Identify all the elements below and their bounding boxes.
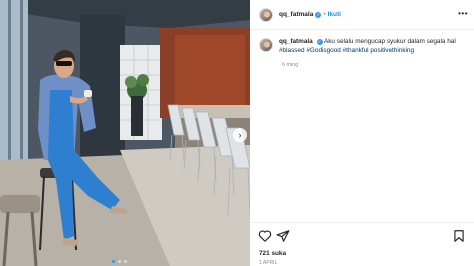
caption-body: Aku selalu mengucap syukur dalam segala …: [323, 38, 456, 45]
chevron-right-icon: ›: [238, 130, 242, 140]
carousel-dot: [124, 260, 127, 263]
hashtag-link[interactable]: #Godisgood: [306, 47, 340, 54]
carousel-dot: [118, 260, 121, 263]
post-details-panel: qq_fatmala ✓ • Ikuti ••• qq_fatmala ✓ Ak…: [250, 0, 474, 266]
hashtag-link[interactable]: #blassed: [279, 47, 305, 54]
header-separator: •: [323, 11, 326, 18]
heart-icon[interactable]: [258, 229, 272, 243]
post-photo[interactable]: ›: [0, 0, 250, 266]
more-options-button[interactable]: •••: [458, 9, 468, 18]
next-slide-button[interactable]: ›: [233, 128, 247, 142]
carousel-dot: [112, 260, 115, 263]
carousel-indicator: [112, 260, 127, 263]
avatar[interactable]: [259, 38, 273, 52]
hashtag-link[interactable]: #thankful: [343, 47, 369, 54]
caption-text: qq_fatmala ✓ Aku selalu mengucap syukur …: [279, 38, 469, 55]
follow-button[interactable]: Ikuti: [328, 11, 341, 18]
post-date: 1 April: [259, 260, 278, 266]
post-header: qq_fatmala ✓ • Ikuti •••: [250, 0, 474, 30]
bookmark-icon[interactable]: [452, 229, 466, 243]
verified-badge-icon: ✓: [316, 39, 323, 46]
caption-timestamp: 6 ming: [282, 62, 299, 68]
hashtag-link[interactable]: positivethinking: [370, 47, 414, 54]
verified-badge-icon: ✓: [315, 11, 322, 18]
like-count[interactable]: 721 suka: [259, 250, 286, 257]
photo-illustration: [0, 0, 250, 266]
send-icon[interactable]: [276, 229, 290, 243]
username-link[interactable]: qq_fatmala: [279, 11, 313, 18]
caption-username[interactable]: qq_fatmala: [279, 38, 313, 45]
caption-row: qq_fatmala ✓ Aku selalu mengucap syukur …: [259, 38, 469, 55]
avatar[interactable]: [259, 7, 273, 22]
action-bar: [250, 222, 474, 248]
